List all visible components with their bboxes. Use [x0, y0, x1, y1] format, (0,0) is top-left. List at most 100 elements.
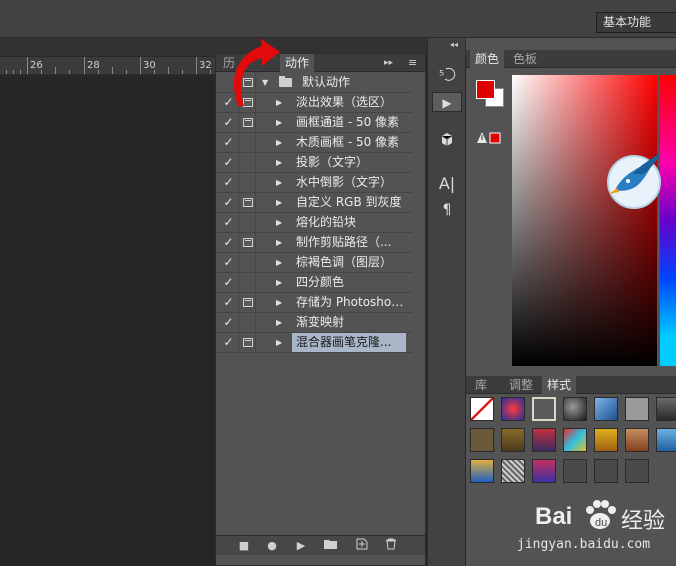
action-row[interactable]: ✓ ▶ 水中倒影（文字） [216, 173, 412, 193]
action-enabled-checkbox[interactable]: ✓ [220, 313, 237, 332]
dialog-toggle[interactable] [238, 253, 256, 272]
action-row[interactable]: ✓ ▶ 木质画框 - 50 像素 [216, 133, 412, 153]
dialog-toggle[interactable] [238, 273, 256, 292]
annotation-arrow-icon [233, 38, 280, 106]
action-enabled-checkbox[interactable]: ✓ [220, 153, 237, 172]
chevron-right-icon[interactable]: ▶ [276, 233, 286, 252]
out-of-gamut-warning-icon[interactable] [476, 131, 502, 145]
action-row[interactable]: ✓ ▶ 投影（文字） [216, 153, 412, 173]
stop-icon[interactable]: ■ [236, 538, 252, 554]
dialog-toggle[interactable] [238, 173, 256, 192]
history-brush-icon[interactable]: ⁵ [432, 66, 462, 86]
style-preset-swatch[interactable] [625, 428, 649, 452]
chevron-right-icon[interactable]: ▶ [276, 253, 286, 272]
dialog-toggle[interactable] [238, 133, 256, 152]
style-preset-swatch[interactable] [625, 397, 649, 421]
dialog-toggle[interactable] [238, 213, 256, 232]
chevron-right-icon[interactable]: ▶ [276, 333, 286, 352]
chevron-right-icon[interactable]: ▶ [276, 273, 286, 292]
hue-slider[interactable] [660, 75, 676, 366]
style-preset-swatch[interactable] [563, 397, 587, 421]
collapse-dock-icon[interactable]: ◂◂ [450, 40, 458, 49]
style-preset-swatch[interactable] [532, 428, 556, 452]
action-row[interactable]: ✓ ▶ 画框通道 - 50 像素 [216, 113, 412, 133]
dialog-toggle[interactable] [238, 233, 256, 252]
action-enabled-checkbox[interactable]: ✓ [220, 233, 237, 252]
action-row[interactable]: ✓ ▶ 混合器画笔克隆... [216, 333, 412, 353]
folder-icon[interactable] [322, 538, 338, 554]
chevron-right-icon[interactable]: ▶ [276, 293, 286, 312]
style-preset-swatch[interactable] [594, 397, 618, 421]
action-enabled-checkbox[interactable]: ✓ [220, 293, 237, 312]
action-enabled-checkbox[interactable]: ✓ [220, 133, 237, 152]
cube-icon[interactable] [432, 132, 462, 152]
record-icon[interactable]: ● [264, 538, 280, 554]
ruler-tick [126, 70, 127, 74]
action-enabled-checkbox[interactable]: ✓ [220, 253, 237, 272]
color-spectrum-field[interactable] [512, 75, 657, 366]
action-row[interactable]: ✓ ▶ 存储为 Photoshop... [216, 293, 412, 313]
paragraph-icon[interactable]: ¶ [432, 200, 462, 220]
style-preset-swatch[interactable] [656, 397, 676, 421]
chevron-right-icon[interactable]: ▶ [276, 133, 286, 152]
action-row[interactable]: ✓ ▶ 四分颜色 [216, 273, 412, 293]
new-action-icon[interactable] [354, 538, 370, 554]
style-preset-swatch[interactable] [501, 428, 525, 452]
action-row[interactable]: ✓ ▶ 制作剪贴路径（... [216, 233, 412, 253]
style-preset-swatch[interactable] [501, 459, 525, 483]
baidu-watermark: Bai du 经验 [535, 497, 676, 537]
dialog-toggle[interactable] [238, 333, 256, 352]
style-preset-swatch[interactable] [470, 397, 494, 421]
action-enabled-checkbox[interactable]: ✓ [220, 213, 237, 232]
action-label: 木质画框 - 50 像素 [296, 135, 400, 149]
tab-styles[interactable]: 样式 [542, 376, 577, 394]
panel-menu-icon[interactable]: ≡ [408, 54, 417, 72]
dialog-toggle[interactable] [238, 313, 256, 332]
chevron-right-icon[interactable]: ▶ [276, 313, 286, 332]
action-enabled-checkbox[interactable]: ✓ [220, 193, 237, 212]
tab-adjustments[interactable]: 调整 [504, 376, 538, 394]
action-row[interactable]: ✓ ▶ 自定义 RGB 到灰度 [216, 193, 412, 213]
action-enabled-checkbox[interactable]: ✓ [220, 173, 237, 192]
panel-collapse-button[interactable]: ▸▸ [384, 54, 393, 72]
style-preset-swatch[interactable] [563, 428, 587, 452]
dialog-toggle[interactable] [238, 153, 256, 172]
style-preset-swatch[interactable] [594, 428, 618, 452]
workspace-dropdown[interactable]: 基本功能 [596, 12, 676, 33]
document-canvas[interactable] [0, 76, 216, 566]
dialog-toggle[interactable] [238, 293, 256, 312]
action-enabled-checkbox[interactable]: ✓ [220, 113, 237, 132]
style-preset-swatch[interactable] [532, 397, 556, 421]
style-preset-swatch[interactable] [625, 459, 649, 483]
style-preset-swatch[interactable] [470, 428, 494, 452]
text-icon[interactable]: A| [432, 174, 462, 194]
dialog-toggle[interactable] [238, 193, 256, 212]
tab-color[interactable]: 颜色 [470, 50, 505, 68]
chevron-right-icon[interactable]: ▶ [276, 213, 286, 232]
chevron-right-icon[interactable]: ▶ [276, 173, 286, 192]
style-preset-swatch[interactable] [656, 428, 676, 452]
action-label: 画框通道 - 50 像素 [296, 115, 400, 129]
action-row[interactable]: ✓ ▶ 棕褐色调（图层） [216, 253, 412, 273]
style-preset-swatch[interactable] [563, 459, 587, 483]
style-preset-swatch[interactable] [501, 397, 525, 421]
action-row[interactable]: ✓ ▶ 渐变映射 [216, 313, 412, 333]
tab-swatches[interactable]: 色板 [508, 50, 542, 68]
style-preset-swatch[interactable] [594, 459, 618, 483]
action-enabled-checkbox[interactable]: ✓ [220, 333, 237, 352]
action-enabled-checkbox[interactable]: ✓ [220, 273, 237, 292]
play-icon[interactable]: ▶ [432, 92, 462, 112]
foreground-color-swatch[interactable] [476, 80, 495, 99]
style-preset-swatch[interactable] [470, 459, 494, 483]
play-icon[interactable]: ▶ [293, 538, 309, 554]
style-preset-swatch[interactable] [532, 459, 556, 483]
chevron-right-icon[interactable]: ▶ [276, 153, 286, 172]
action-row[interactable]: ✓ ▶ 熔化的铅块 [216, 213, 412, 233]
action-label: 水中倒影（文字） [296, 175, 393, 189]
dialog-toggle[interactable] [238, 113, 256, 132]
chevron-right-icon[interactable]: ▶ [276, 113, 286, 132]
tab-libraries[interactable]: 库 [470, 376, 492, 394]
app-menu-bar [0, 0, 676, 38]
trash-icon[interactable] [383, 538, 399, 554]
chevron-right-icon[interactable]: ▶ [276, 193, 286, 212]
